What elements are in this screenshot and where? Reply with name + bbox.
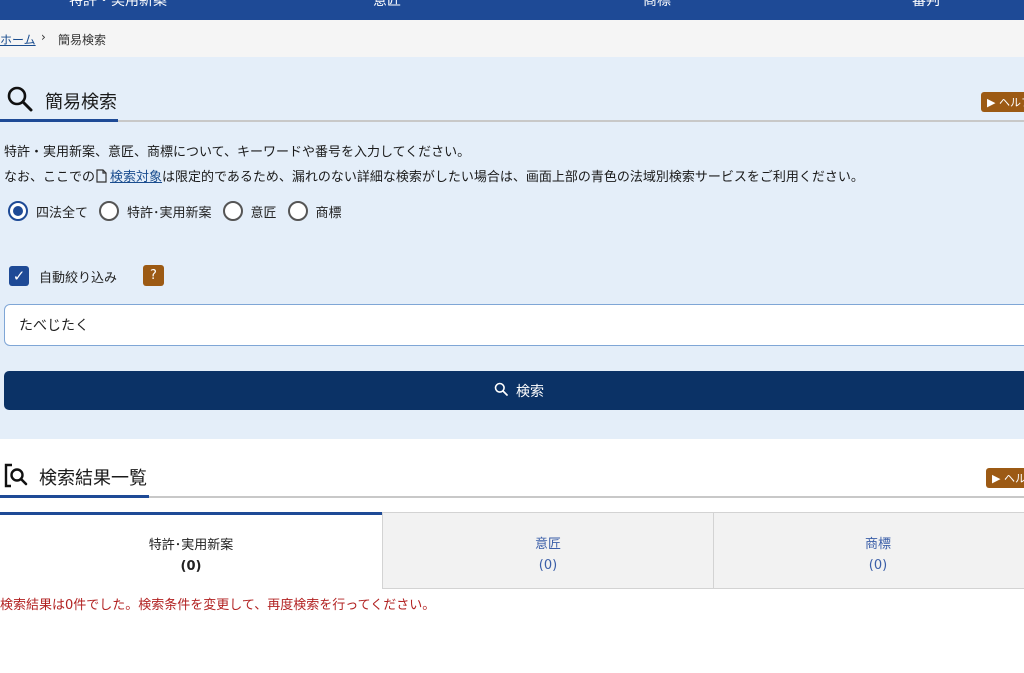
search-section-rule-accent [0,119,118,122]
nav-tab-appeal[interactable]: 審判 [912,0,940,10]
nav-tab-design[interactable]: 意匠 [373,0,401,10]
results-help-button[interactable]: ▶ ヘルプ [986,468,1024,488]
radio-patent[interactable]: 特許･実用新案 [99,201,212,221]
results-section-rule-accent [0,495,149,498]
auto-filter-checkbox[interactable]: ✓ [9,266,29,286]
tab-patent-count: (0) [180,559,202,574]
search-button-icon [494,382,516,400]
search-description-1: 特許・実用新案、意匠、商標について、キーワードや番号を入力してください。 [4,145,471,160]
result-list-icon [3,463,29,493]
no-results-message: 検索結果は0件でした。検索条件を変更して、再度検索を行ってください。 [0,598,436,613]
search-description-2: なお、ここでの 検索対象は限定的であるため、漏れのない詳細な検索がしたい場合は、… [4,166,864,187]
keyword-input[interactable] [4,304,1024,346]
search-target-link[interactable]: 検索対象 [110,170,162,185]
search-description-2-before: なお、ここでの [4,170,96,185]
breadcrumb-home-link[interactable]: ホーム [0,31,36,48]
search-icon [6,85,34,117]
nav-tab-trademark[interactable]: 商標 [643,0,671,10]
law-type-radio-group: 四法全て 特許･実用新案 意匠 商標 [8,200,353,222]
breadcrumb: ホーム › 簡易検索 [0,20,1024,57]
search-help-button[interactable]: ▶ ヘルプ [981,92,1024,112]
nav-tab-patent[interactable]: 特許・実用新案 [69,0,167,10]
radio-patent-circle[interactable] [99,201,120,221]
tab-design-label: 意匠 [534,537,561,552]
search-button[interactable]: 検索 [4,371,1024,410]
tab-design[interactable]: 意匠 (0) [382,512,714,589]
tab-patent-label: 特許･実用新案 [148,538,234,553]
tab-patent[interactable]: 特許･実用新案 (0) [0,512,382,589]
radio-trademark[interactable]: 商標 [287,201,342,221]
search-button-label: 検索 [516,383,544,400]
radio-all-laws-label: 四法全て [36,205,89,221]
tab-trademark[interactable]: 商標 (0) [713,512,1024,589]
results-section-rule [0,496,1024,498]
auto-filter-row: ✓ 自動絞り込み [9,265,117,287]
search-section-rule [0,120,1024,122]
radio-patent-label: 特許･実用新案 [127,205,212,221]
radio-design-label: 意匠 [250,205,277,221]
radio-all-laws-circle[interactable] [8,201,28,221]
results-section-title: 検索結果一覧 [39,468,147,489]
radio-all-laws[interactable]: 四法全て [8,201,88,221]
document-icon [96,169,107,187]
radio-trademark-label: 商標 [315,205,342,221]
result-tabs: 特許･実用新案 (0) 意匠 (0) 商標 (0) [0,512,1024,589]
breadcrumb-separator: › [41,30,46,44]
search-section-title: 簡易検索 [45,92,117,113]
tab-trademark-count: (0) [868,558,888,573]
top-navigation: 特許・実用新案 意匠 商標 審判 [0,0,1024,20]
radio-design[interactable]: 意匠 [222,201,277,221]
radio-design-circle[interactable] [222,201,243,221]
breadcrumb-current: 簡易検索 [58,33,107,47]
radio-trademark-circle[interactable] [287,201,308,221]
tab-design-count: (0) [538,558,558,573]
tab-trademark-label: 商標 [864,537,891,552]
search-description-2-after: は限定的であるため、漏れのない詳細な検索がしたい場合は、画面上部の青色の法域別検… [162,170,864,185]
auto-filter-label: 自動絞り込み [39,270,118,286]
auto-filter-help-icon[interactable]: ? [143,265,164,286]
